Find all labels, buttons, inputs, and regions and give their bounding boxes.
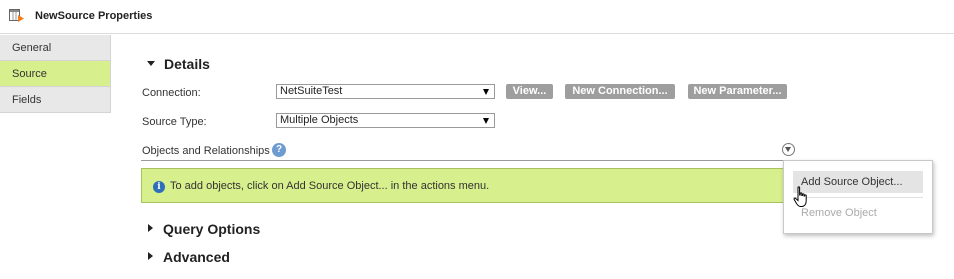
query-options-section-toggle[interactable]: Query Options — [148, 221, 260, 237]
hand-pointer-icon — [793, 186, 807, 207]
sidebar-item-source[interactable]: Source — [0, 61, 111, 87]
advanced-section-toggle[interactable]: Advanced — [148, 249, 230, 265]
new-connection-button[interactable]: New Connection... — [565, 84, 675, 99]
info-message: i To add objects, click on Add Source Ob… — [141, 168, 799, 203]
window-title: NewSource Properties — [35, 10, 153, 22]
add-source-object-menu-item[interactable]: Add Source Object... — [793, 171, 923, 193]
source-type-value: Multiple Objects — [280, 114, 359, 126]
sidebar-item-fields[interactable]: Fields — [0, 87, 111, 113]
objects-relationships-label: Objects and Relationships — [142, 145, 270, 157]
chevron-down-icon — [147, 60, 155, 66]
query-options-heading: Query Options — [163, 221, 261, 237]
actions-dropdown-icon[interactable] — [782, 143, 795, 156]
remove-object-menu-item[interactable]: Remove Object — [793, 202, 923, 224]
view-button[interactable]: View... — [506, 84, 553, 99]
connection-value: NetSuiteTest — [280, 85, 343, 97]
info-text: To add objects, click on Add Source Obje… — [170, 180, 490, 192]
source-type-label: Source Type: — [142, 116, 207, 128]
chevron-right-icon — [148, 252, 153, 261]
divider — [141, 160, 799, 161]
help-icon[interactable]: ? — [272, 143, 286, 157]
chevron-right-icon — [148, 224, 153, 233]
connection-select[interactable]: NetSuiteTest — [276, 84, 495, 99]
info-icon: i — [153, 181, 165, 193]
new-parameter-button[interactable]: New Parameter... — [688, 84, 787, 99]
title-bar: NewSource Properties — [0, 0, 954, 34]
source-type-select[interactable]: Multiple Objects — [276, 113, 495, 128]
menu-divider — [793, 197, 923, 198]
dropdown-arrow-icon — [483, 89, 489, 95]
sidebar-item-general[interactable]: General — [0, 35, 111, 61]
dropdown-arrow-icon — [483, 118, 489, 124]
source-properties-icon — [9, 9, 24, 22]
advanced-heading: Advanced — [163, 249, 230, 265]
connection-label: Connection: — [142, 87, 201, 99]
details-section-toggle[interactable]: Details — [147, 56, 210, 72]
sidebar: General Source Fields — [0, 35, 111, 113]
details-heading: Details — [164, 56, 210, 72]
